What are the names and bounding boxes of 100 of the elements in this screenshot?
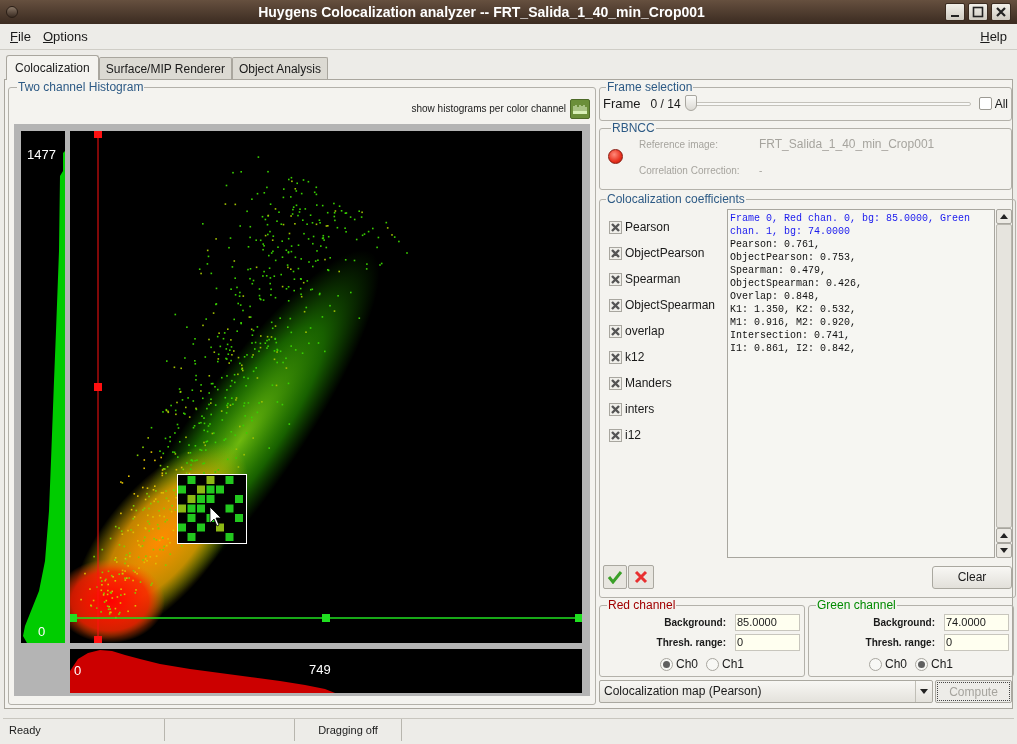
input-field[interactable]: 74.0000	[944, 614, 1009, 631]
check-icon	[607, 570, 623, 584]
arrow-up-icon	[1000, 214, 1008, 219]
histogram-toggle-button[interactable]	[570, 99, 590, 119]
group-title: Colocalization coefficients	[606, 193, 746, 206]
status-text: Ready	[9, 722, 41, 738]
histogram-icon	[573, 104, 587, 114]
status-text: Dragging off	[318, 722, 378, 738]
field-value: -	[759, 164, 764, 178]
arrow-up-icon	[1000, 533, 1008, 538]
window-menu-button[interactable]	[6, 6, 18, 18]
zoom-inset-drawing	[177, 474, 247, 544]
scroll-up-button[interactable]	[996, 209, 1012, 224]
minimize-button[interactable]	[945, 3, 965, 21]
result-text: M1: 0.916, M2: 0.920,	[730, 316, 858, 329]
scroll-down-button[interactable]	[996, 543, 1012, 558]
radio-button[interactable]	[915, 657, 928, 671]
checkbox-label: ObjectSpearman	[625, 297, 716, 314]
radio-label: Ch0	[885, 656, 907, 673]
field-label: Thresh. range:	[655, 636, 727, 650]
checkbox[interactable]	[609, 402, 622, 416]
input-field[interactable]: 0	[944, 634, 1009, 651]
checkbox[interactable]	[609, 324, 622, 338]
result-text: Intersection: 0.741,	[730, 329, 852, 342]
checkbox[interactable]	[978, 97, 992, 111]
result-text: ObjectSpearman: 0.426,	[730, 277, 864, 290]
menu-item[interactable]: Help	[974, 26, 1013, 47]
axis-label: 749	[309, 663, 331, 677]
map-dropdown[interactable]: Colocalization map (Pearson)	[599, 680, 933, 703]
checkbox[interactable]	[609, 428, 622, 442]
toggle-label: show histograms per color channel	[411, 103, 566, 115]
result-text: Pearson: 0.761,	[730, 238, 821, 251]
checkbox[interactable]	[609, 246, 622, 260]
checkbox-label: overlap	[625, 323, 665, 340]
frame-label: Frame	[603, 95, 641, 113]
tab[interactable]: Object Analysis	[231, 57, 328, 79]
threshold-line[interactable]	[70, 614, 582, 622]
group-title: Frame selection	[606, 81, 694, 94]
checkbox[interactable]	[609, 220, 622, 234]
input-field[interactable]: 85.0000	[735, 614, 800, 631]
group-title: Green channel	[816, 599, 897, 612]
caret-icon	[920, 689, 928, 694]
result-text: I1: 0.861, I2: 0.842,	[730, 342, 858, 355]
frame-reading: 0 / 14	[650, 95, 681, 113]
checkbox-label: Spearman	[625, 271, 681, 288]
field-label: Background:	[663, 616, 727, 630]
minimize-icon	[950, 12, 960, 18]
close-button[interactable]	[991, 3, 1011, 21]
group-title: Red channel	[607, 599, 677, 612]
field-value: FRT_Salida_1_40_min_Crop001	[759, 136, 935, 153]
scrollbar-thumb[interactable]	[996, 224, 1012, 528]
field-label: Background:	[872, 616, 936, 630]
checkbox[interactable]	[609, 350, 622, 364]
field-label: Reference image:	[639, 137, 719, 152]
arrow-down-icon	[1000, 548, 1008, 553]
group-title: Two channel Histogram	[17, 81, 145, 94]
maximize-button[interactable]	[968, 3, 988, 21]
checkbox-label: All	[994, 95, 1008, 113]
field-label: Correlation Correction:	[639, 164, 741, 178]
axis-label: 0	[38, 625, 46, 639]
tab[interactable]: Surface/MIP Renderer	[98, 57, 232, 79]
field-label: Thresh. range:	[864, 636, 936, 650]
radio-button[interactable]	[706, 657, 719, 671]
scroll-up-button[interactable]	[996, 528, 1012, 543]
result-text: Overlap: 0.848,	[730, 290, 821, 303]
axis-label: 1477	[27, 148, 56, 162]
menu-item[interactable]: File	[4, 26, 37, 47]
checkbox[interactable]	[609, 272, 622, 286]
result-text: Spearman: 0.479,	[730, 264, 827, 277]
apply-button[interactable]	[603, 565, 627, 589]
checkbox-label: k12	[625, 349, 645, 366]
menu-item[interactable]: Options	[36, 26, 94, 47]
checkbox-label: ObjectPearson	[625, 245, 705, 262]
radio-button[interactable]	[869, 657, 882, 671]
checkbox-label: Pearson	[625, 219, 670, 236]
close-icon	[634, 570, 648, 584]
result-text: Frame 0, Red chan. 0, bg: 85.0000, Green chan. 1, bg: 74.0000	[730, 212, 972, 238]
window-title: Huygens Colocalization analyzer -- FRT_Salida_1_40_min_Crop001	[257, 2, 706, 22]
tab[interactable]: Colocalization	[6, 55, 99, 80]
axis-label: 0	[74, 664, 82, 678]
input-field[interactable]: 0	[735, 634, 800, 651]
radio-label: Ch1	[931, 656, 953, 673]
result-text: ObjectPearson: 0.753,	[730, 251, 858, 264]
radio-label: Ch0	[676, 656, 698, 673]
checkbox-label: Manders	[625, 375, 672, 392]
frame-slider[interactable]	[684, 94, 971, 113]
result-text: K1: 1.350, K2: 0.532,	[730, 303, 858, 316]
group-title: RBNCC	[611, 122, 656, 135]
threshold-line[interactable]	[94, 131, 102, 643]
checkbox-label: inters	[625, 401, 655, 418]
checkbox-label: i12	[625, 427, 641, 444]
dropdown-value: Colocalization map (Pearson)	[603, 683, 763, 700]
radio-label: Ch1	[722, 656, 744, 673]
clear-button[interactable]: Clear	[932, 565, 1012, 589]
radio-button[interactable]	[660, 657, 673, 671]
pointer-icon	[209, 506, 222, 527]
cancel-button[interactable]	[628, 565, 654, 589]
maximize-icon	[970, 4, 986, 20]
checkbox[interactable]	[609, 376, 622, 390]
checkbox[interactable]	[609, 298, 622, 312]
